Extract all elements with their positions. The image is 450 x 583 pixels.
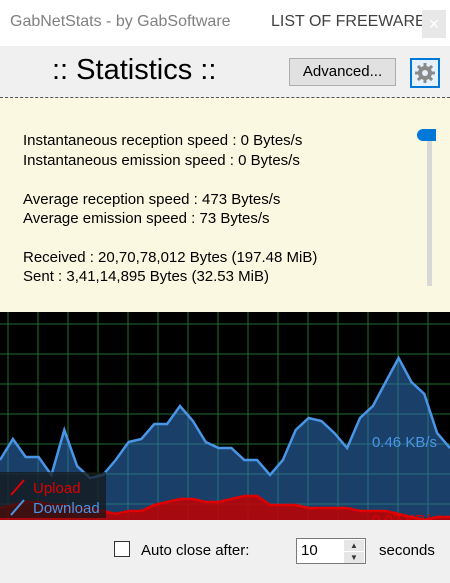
total-sent: Sent : 3,41,14,895 Bytes (32.53 MiB) xyxy=(23,268,269,285)
legend-upload-label: Upload xyxy=(33,480,81,497)
title-bar: GabNetStats - by GabSoftware LIST OF FRE… xyxy=(0,0,450,46)
upload-speed-label: 0.07 KB/s xyxy=(372,512,437,520)
legend-download-label: Download xyxy=(33,500,100,517)
list-of-freeware-link[interactable]: LIST OF FREEWARE xyxy=(271,13,426,31)
page-title: :: Statistics :: xyxy=(52,54,217,86)
total-received: Received : 20,70,78,012 Bytes (197.48 Mi… xyxy=(23,249,318,266)
settings-button[interactable] xyxy=(410,58,440,88)
instantaneous-emission-speed: Instantaneous emission speed : 0 Bytes/s xyxy=(23,152,300,169)
traffic-graph-svg: Upload Download 0.46 KB/s 0.07 KB/s xyxy=(0,312,450,520)
average-reception-speed: Average reception speed : 473 Bytes/s xyxy=(23,191,281,208)
instantaneous-reception-speed: Instantaneous reception speed : 0 Bytes/… xyxy=(23,132,303,149)
app-title: GabNetStats - by GabSoftware xyxy=(10,13,231,30)
spin-down-button[interactable]: ▼ xyxy=(344,552,364,563)
spin-up-button[interactable]: ▲ xyxy=(344,540,364,551)
advanced-button[interactable]: Advanced... xyxy=(289,58,396,86)
traffic-graph: Upload Download 0.46 KB/s 0.07 KB/s xyxy=(0,312,450,520)
speed-slider-thumb[interactable] xyxy=(417,129,436,141)
gear-icon xyxy=(415,63,435,83)
close-button[interactable]: × xyxy=(422,10,446,38)
average-emission-speed: Average emission speed : 73 Bytes/s xyxy=(23,210,270,227)
auto-close-label[interactable]: Auto close after: xyxy=(141,542,249,559)
speed-slider-track[interactable] xyxy=(427,140,432,286)
auto-close-checkbox[interactable] xyxy=(114,541,130,557)
seconds-label: seconds xyxy=(379,542,435,559)
download-speed-label: 0.46 KB/s xyxy=(372,434,437,451)
